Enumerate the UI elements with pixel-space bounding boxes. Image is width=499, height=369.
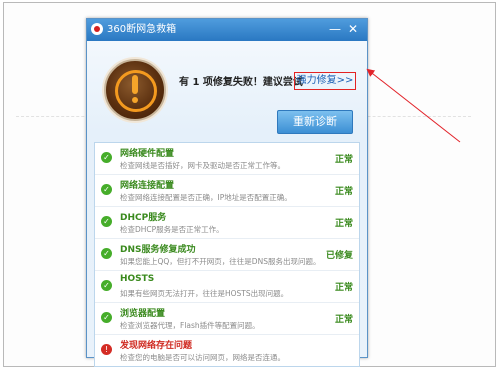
list-item: ✓ 浏览器配置 检查浏览器代理，Flash插件等配置问题。 正常 xyxy=(95,303,359,335)
diagnosis-list: ✓ 网络硬件配置 检查网线是否插好，网卡及驱动是否正常工作等。 正常 ✓ 网络连… xyxy=(94,142,360,367)
list-item: ! 发现网络存在问题 检查您的电脑是否可以访问网页，网络是否连通。 xyxy=(95,335,359,366)
rediagnose-button[interactable]: 重新诊断 xyxy=(277,110,353,134)
check-icon: ✓ xyxy=(101,152,112,163)
check-icon: ✓ xyxy=(101,280,112,291)
list-item: ✓ 网络连接配置 检查网络连接配置是否正确，IP地址是否配置正确。 正常 xyxy=(95,175,359,207)
app-window: 360断网急救箱 — ✕ 有 1 项修复失败！建议尝试 强力修复>> 重新诊断 … xyxy=(86,18,368,367)
check-icon: ✓ xyxy=(101,184,112,195)
item-title: DNS服务修复成功 xyxy=(120,245,196,255)
warning-icon xyxy=(104,59,166,121)
app-logo-icon xyxy=(91,23,103,35)
title-bar[interactable]: 360断网急救箱 — ✕ xyxy=(87,19,367,41)
minimize-button[interactable]: — xyxy=(328,21,342,37)
list-item: ✓ DHCP服务 检查DHCP服务是否正常工作。 正常 xyxy=(95,207,359,239)
item-title: 网络硬件配置 xyxy=(120,149,175,159)
force-repair-link[interactable]: 强力修复>> xyxy=(294,72,356,90)
item-description: 检查DHCP服务是否正常工作。 xyxy=(120,225,224,234)
item-description: 检查您的电脑是否可以访问网页，网络是否连通。 xyxy=(120,353,285,362)
item-title: HOSTS xyxy=(120,274,155,284)
item-status: 正常 xyxy=(334,155,353,165)
item-status: 正常 xyxy=(334,187,353,197)
item-description: 如果您能上QQ，但打不开网页，往往是DNS服务出现问题。 xyxy=(120,257,321,266)
item-status: 正常 xyxy=(334,283,353,293)
item-description: 检查网线是否插好，网卡及驱动是否正常工作等。 xyxy=(120,161,285,170)
item-description: 检查浏览器代理，Flash插件等配置问题。 xyxy=(120,321,260,330)
item-status: 正常 xyxy=(334,219,353,229)
item-description: 如果有些网页无法打开，往往是HOSTS出现问题。 xyxy=(120,289,289,298)
item-title: DHCP服务 xyxy=(120,213,167,223)
check-icon: ✓ xyxy=(101,248,112,259)
summary-message: 有 1 项修复失败！建议尝试 xyxy=(179,77,303,88)
list-item: ✓ DNS服务修复成功 如果您能上QQ，但打不开网页，往往是DNS服务出现问题。… xyxy=(95,239,359,271)
item-status: 已修复 xyxy=(325,251,353,261)
close-button[interactable]: ✕ xyxy=(346,21,360,37)
check-icon: ✓ xyxy=(101,216,112,227)
window-title: 360断网急救箱 xyxy=(107,24,177,35)
check-icon: ✓ xyxy=(101,312,112,323)
error-icon: ! xyxy=(101,344,112,355)
window-body: 有 1 项修复失败！建议尝试 强力修复>> 重新诊断 ✓ 网络硬件配置 检查网线… xyxy=(87,41,367,367)
item-status: 正常 xyxy=(334,315,353,325)
item-description: 检查网络连接配置是否正确，IP地址是否配置正确。 xyxy=(120,193,292,202)
list-item: ✓ HOSTS 如果有些网页无法打开，往往是HOSTS出现问题。 正常 xyxy=(95,271,359,303)
item-title: 网络连接配置 xyxy=(120,181,175,191)
list-item: ✓ 网络硬件配置 检查网线是否插好，网卡及驱动是否正常工作等。 正常 xyxy=(95,143,359,175)
item-title: 发现网络存在问题 xyxy=(120,341,193,351)
item-title: 浏览器配置 xyxy=(120,309,166,319)
